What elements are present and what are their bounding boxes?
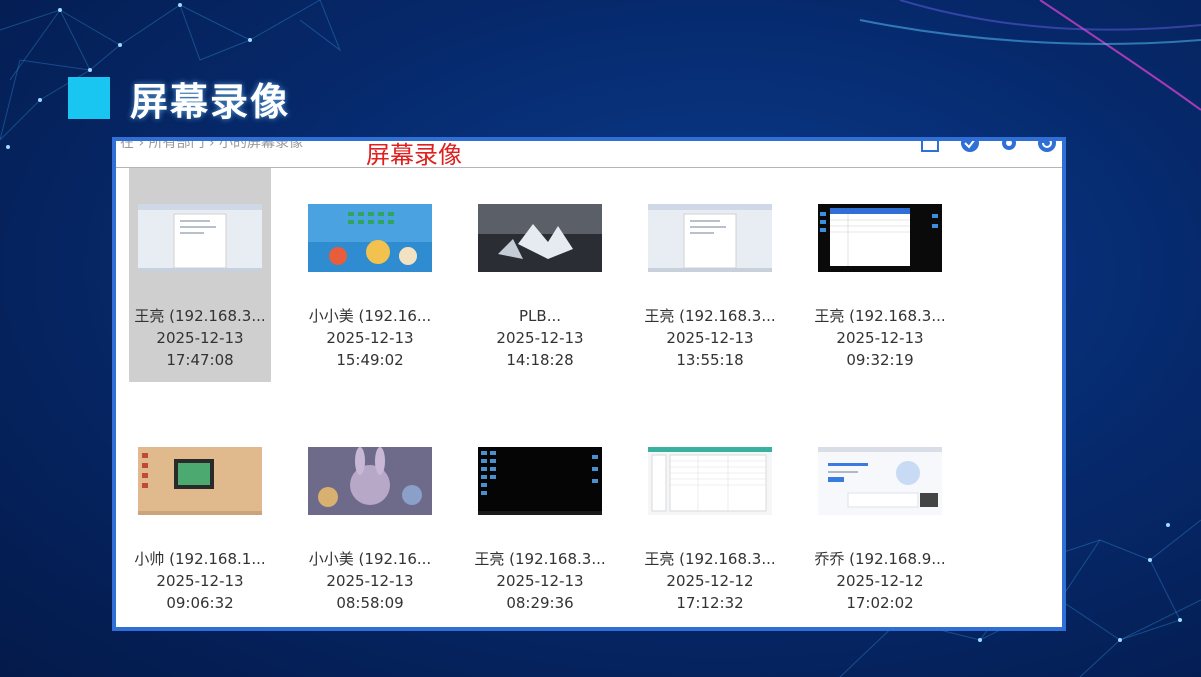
recording-date: 2025-12-12	[836, 572, 924, 590]
recording-time: 13:55:18	[676, 351, 744, 369]
recording-name: 王亮 (192.168.3...	[474, 550, 606, 568]
recording-caption: 小帅 (192.168.1... 2025-12-13 09:06:32	[129, 548, 271, 614]
recording-time: 17:12:32	[676, 594, 744, 612]
slide-title: 屏幕录像	[68, 74, 290, 124]
recording-caption: 小小美 (192.16... 2025-12-13 15:49:02	[299, 305, 441, 371]
recording-browser-window: 在 › 所有部门 › 小的屏幕录像 屏幕录像 王亮 (192.168.3... 2…	[112, 137, 1066, 631]
square-icon[interactable]	[919, 137, 941, 154]
recording-name: 小小美 (192.16...	[308, 550, 432, 568]
recording-time: 14:18:28	[506, 351, 574, 369]
recording-name: 王亮 (192.168.3...	[644, 307, 776, 325]
title-accent-square	[68, 77, 110, 119]
recording-date: 2025-12-13	[156, 572, 244, 590]
recording-name: 小帅 (192.168.1...	[134, 550, 266, 568]
recording-caption: 王亮 (192.168.3... 2025-12-13 09:32:19	[809, 305, 951, 371]
recording-date: 2025-12-13	[326, 329, 414, 347]
recording-thumbnail[interactable]	[818, 447, 942, 515]
recording-date: 2025-12-13	[836, 329, 924, 347]
recording-name: PLB...	[519, 307, 561, 325]
recording-caption: PLB... 2025-12-13 14:18:28	[469, 305, 611, 371]
recording-time: 15:49:02	[336, 351, 404, 369]
recording-tile[interactable]: 王亮 (192.168.3... 2025-12-13 13:55:18	[639, 168, 781, 382]
window-header: 在 › 所有部门 › 小的屏幕录像 屏幕录像	[116, 141, 1062, 169]
breadcrumb: 在 › 所有部门 › 小的屏幕录像	[120, 137, 303, 151]
gear-icon[interactable]	[998, 137, 1020, 154]
recording-thumbnail[interactable]	[478, 447, 602, 515]
recording-tile[interactable]: 小帅 (192.168.1... 2025-12-13 09:06:32	[129, 411, 271, 625]
recording-thumbnail[interactable]	[308, 447, 432, 515]
recording-time: 17:47:08	[166, 351, 234, 369]
recording-name: 王亮 (192.168.3...	[644, 550, 776, 568]
recording-tile[interactable]: PLB... 2025-12-13 14:18:28	[469, 168, 611, 382]
recording-name: 王亮 (192.168.3...	[814, 307, 946, 325]
recording-name: 王亮 (192.168.3...	[134, 307, 266, 325]
recording-time: 08:29:36	[506, 594, 574, 612]
recording-date: 2025-12-13	[496, 572, 584, 590]
recording-caption: 小小美 (192.16... 2025-12-13 08:58:09	[299, 548, 441, 614]
recording-tile[interactable]: 王亮 (192.168.3... 2025-12-13 09:32:19	[809, 168, 951, 382]
slide-title-text: 屏幕录像	[130, 79, 291, 124]
recording-caption: 王亮 (192.168.3... 2025-12-12 17:12:32	[639, 548, 781, 614]
recording-date: 2025-12-13	[496, 329, 584, 347]
recording-caption: 王亮 (192.168.3... 2025-12-13 17:47:08	[129, 305, 271, 371]
recording-caption: 王亮 (192.168.3... 2025-12-13 13:55:18	[639, 305, 781, 371]
recording-time: 08:58:09	[336, 594, 404, 612]
recording-thumbnail[interactable]	[308, 204, 432, 272]
recording-time: 09:06:32	[166, 594, 234, 612]
recording-tile[interactable]: 小小美 (192.16... 2025-12-13 15:49:02	[299, 168, 441, 382]
recording-thumbnail[interactable]	[138, 447, 262, 515]
recording-tile[interactable]: 乔乔 (192.168.9... 2025-12-12 17:02:02	[809, 411, 951, 625]
recording-tile[interactable]: 王亮 (192.168.3... 2025-12-13 17:47:08	[129, 168, 271, 382]
recording-tile[interactable]: 王亮 (192.168.3... 2025-12-12 17:12:32	[639, 411, 781, 625]
recording-time: 17:02:02	[846, 594, 914, 612]
recording-thumbnail[interactable]	[478, 204, 602, 272]
recording-thumbnail[interactable]	[818, 204, 942, 272]
recording-date: 2025-12-13	[666, 329, 754, 347]
recording-thumbnail[interactable]	[648, 447, 772, 515]
recording-date: 2025-12-13	[326, 572, 414, 590]
recording-caption: 乔乔 (192.168.9... 2025-12-12 17:02:02	[809, 548, 951, 614]
recording-name: 乔乔 (192.168.9...	[814, 550, 946, 568]
recording-thumbnail[interactable]	[648, 204, 772, 272]
recording-tile[interactable]: 王亮 (192.168.3... 2025-12-13 08:29:36	[469, 411, 611, 625]
overlay-title: 屏幕录像	[366, 141, 462, 169]
recording-thumbnail[interactable]	[138, 204, 262, 272]
check-circle-icon[interactable]	[959, 137, 981, 154]
recording-caption: 王亮 (192.168.3... 2025-12-13 08:29:36	[469, 548, 611, 614]
recording-date: 2025-12-13	[156, 329, 244, 347]
recording-date: 2025-12-12	[666, 572, 754, 590]
refresh-icon[interactable]	[1036, 137, 1058, 154]
recording-tile[interactable]: 小小美 (192.16... 2025-12-13 08:58:09	[299, 411, 441, 625]
recording-name: 小小美 (192.16...	[308, 307, 432, 325]
recording-time: 09:32:19	[846, 351, 914, 369]
